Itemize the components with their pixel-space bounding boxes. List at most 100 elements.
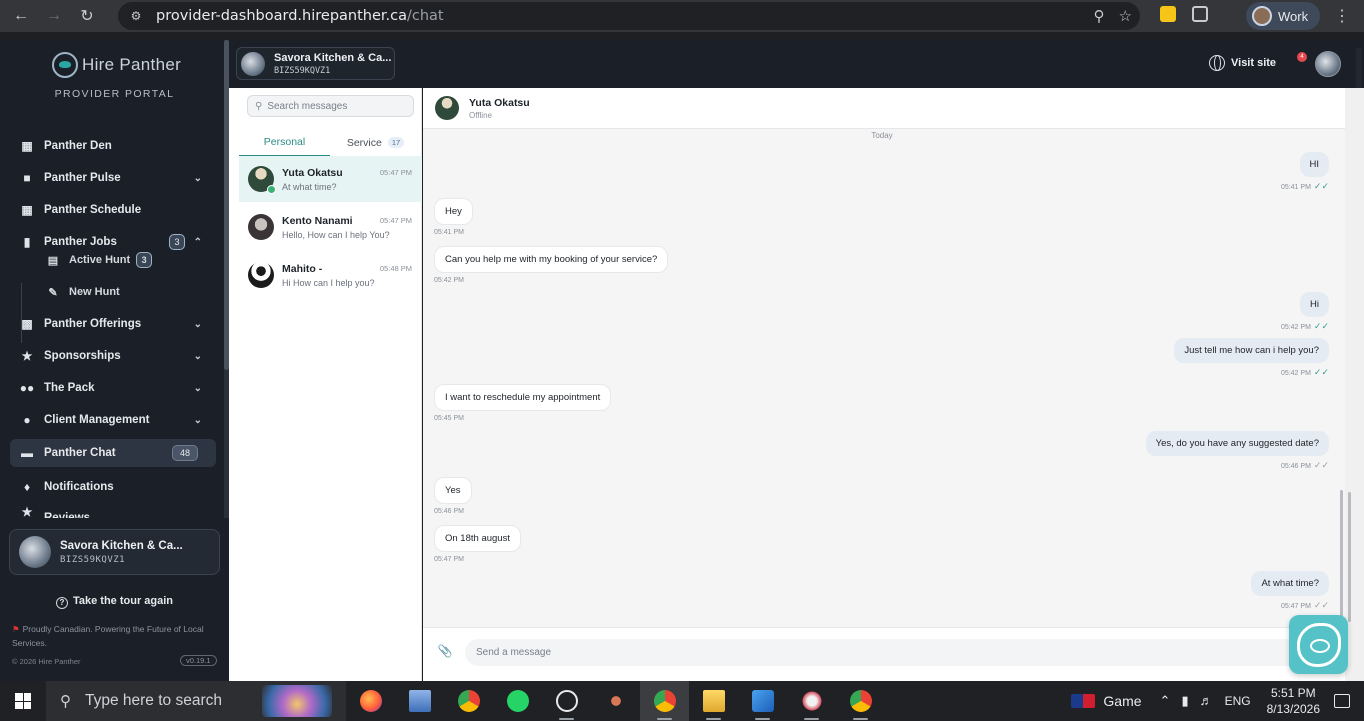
reload-icon[interactable]: ↻: [75, 4, 99, 28]
sidebar-item-the-pack[interactable]: ●● The Pack ⌄: [10, 374, 216, 402]
message-bubble: Just tell me how can i help you?: [1174, 338, 1329, 363]
search-highlight-image: [262, 685, 332, 717]
conversation-item[interactable]: Kento Nanami Hello, How can I help You? …: [239, 204, 422, 250]
forward-icon[interactable]: →: [42, 4, 66, 28]
url-text[interactable]: provider-dashboard.hirepanther.ca/chat: [156, 8, 444, 24]
page-scrollbar[interactable]: [1356, 48, 1362, 88]
message-input[interactable]: [465, 639, 1315, 666]
message-time: 05:47 PM: [379, 168, 412, 177]
sidebar-item-active-hunt[interactable]: ▤ Active Hunt 3: [40, 248, 210, 272]
profile-button[interactable]: Work: [1246, 2, 1320, 30]
volume-icon[interactable]: ♬: [1200, 693, 1213, 709]
message-incoming: On 18th august 05:47 PM: [434, 525, 521, 563]
page-scrollbar[interactable]: [1345, 88, 1364, 681]
message-time: 05:42 PM: [434, 277, 464, 284]
tab-personal[interactable]: Personal: [239, 128, 330, 157]
sidebar-item-panther-den[interactable]: ▦ Panther Den: [10, 132, 216, 160]
workspace-selector[interactable]: Savora Kitchen & Ca... BIZS59KQVZ1: [236, 47, 395, 80]
taskbar-search[interactable]: ⚲ Type here to search: [46, 681, 346, 721]
language-indicator[interactable]: ENG: [1225, 694, 1251, 708]
sidebar-item-panther-pulse[interactable]: ■ Panther Pulse ⌄: [10, 164, 216, 192]
file-explorer-app[interactable]: [689, 681, 738, 721]
message-time: 05:42 PM: [1280, 324, 1311, 331]
chrome-app-2[interactable]: [836, 681, 885, 721]
message-outgoing: Just tell me how can i help you? 05:42 P…: [1174, 338, 1329, 378]
chrome-icon: [849, 690, 872, 712]
search-box[interactable]: ⚲: [247, 95, 414, 117]
zoom-icon[interactable]: ⚲: [1094, 7, 1105, 25]
firefox-app[interactable]: [346, 681, 395, 721]
mlb-logo-icon: [1071, 694, 1096, 708]
chevron-down-icon[interactable]: ⌄: [194, 351, 202, 362]
read-receipt-icon: ✓✓: [1313, 181, 1329, 191]
read-receipt-icon: ✓✓: [1313, 321, 1329, 331]
message-outgoing: Hi 05:42 PM ✓✓: [1281, 292, 1329, 332]
notification-badge[interactable]: 4: [1297, 52, 1307, 62]
sidebar-item-panther-schedule[interactable]: ▦ Panther Schedule: [10, 196, 216, 224]
chevron-up-icon[interactable]: ⌃: [1160, 693, 1171, 709]
sidebar-item-sponsorships[interactable]: ★ Sponsorships ⌄: [10, 342, 216, 370]
conversation-item[interactable]: Mahito - Hi How can I help you? 05:48 PM: [239, 252, 422, 298]
sidebar-item-reviews[interactable]: ★ Reviews: [10, 505, 216, 518]
contact-avatar[interactable]: [435, 96, 459, 120]
site-info-icon[interactable]: ⚙: [128, 8, 144, 24]
claude-app[interactable]: [591, 681, 640, 721]
tagline: ⚑ Proudly Canadian. Powering the Future o…: [12, 624, 204, 648]
chevron-down-icon[interactable]: ⌄: [194, 415, 202, 426]
media-app[interactable]: [787, 681, 836, 721]
canada-flag-icon: ⚑: [12, 624, 20, 634]
chrome-icon: [457, 690, 480, 712]
sidebar-item-notifications[interactable]: ♦ Notifications: [10, 473, 216, 501]
photos-app[interactable]: [738, 681, 787, 721]
business-switcher[interactable]: Savora Kitchen & Ca... BIZS59KQVZ1: [9, 529, 220, 575]
message-bubble: On 18th august: [434, 525, 521, 552]
group-icon: ●●: [19, 381, 35, 395]
game-widget[interactable]: Game: [1071, 693, 1142, 709]
chevron-up-icon[interactable]: ⌃: [194, 237, 202, 248]
chevron-down-icon[interactable]: ⌄: [194, 173, 202, 184]
attach-icon[interactable]: 📎: [437, 644, 453, 660]
chevron-down-icon[interactable]: ⌄: [194, 383, 202, 394]
chevron-down-icon[interactable]: ⌄: [194, 319, 202, 330]
user-avatar[interactable]: [1315, 51, 1341, 77]
brand-logo[interactable]: Hire Panther: [52, 52, 181, 78]
search-input[interactable]: [267, 100, 408, 112]
message-outgoing: HI 05:41 PM ✓✓: [1281, 152, 1329, 192]
laptop-app[interactable]: [395, 681, 444, 721]
extensions-puzzle-icon[interactable]: [1192, 6, 1208, 22]
sidebar-item-panther-offerings[interactable]: ▩ Panther Offerings ⌄: [10, 310, 216, 338]
message-incoming: Hey 05:41 PM: [434, 198, 473, 236]
browser-toolbar: ← → ↻ ⚙ provider-dashboard.hirepanther.c…: [0, 0, 1364, 32]
back-icon[interactable]: ←: [9, 4, 33, 28]
battery-icon[interactable]: ▮: [1181, 693, 1188, 709]
business-name: Savora Kitchen & Ca...: [60, 539, 183, 552]
visit-site-link[interactable]: Visit site: [1209, 55, 1276, 71]
extension-icon[interactable]: [1160, 6, 1176, 22]
start-button[interactable]: [0, 681, 46, 721]
briefcase-icon: ▩: [21, 317, 33, 331]
sidebar: Hire Panther PROVIDER PORTAL ▦ Panther D…: [0, 40, 229, 681]
take-tour-button[interactable]: ? Take the tour again: [0, 595, 229, 609]
last-message: Hi How can I help you?: [282, 277, 375, 288]
browser-menu-icon[interactable]: ⋮: [1334, 6, 1350, 26]
address-bar[interactable]: ⚙ provider-dashboard.hirepanther.ca/chat…: [118, 2, 1140, 30]
chrome-app[interactable]: [444, 681, 493, 721]
sidebar-item-panther-chat[interactable]: ▬ Panther Chat 48: [10, 439, 216, 467]
chat-icon: ▬: [21, 446, 33, 460]
tab-service[interactable]: Service 17: [330, 128, 421, 157]
whatsapp-app[interactable]: [493, 681, 542, 721]
clock[interactable]: 5:51 PM 8/13/2026: [1267, 685, 1320, 717]
message-time: 05:47 PM: [1280, 603, 1311, 610]
sidebar-item-new-hunt[interactable]: ✎ New Hunt: [40, 280, 210, 304]
bookmark-icon: ▮: [23, 235, 31, 249]
windows-taskbar: ⚲ Type here to search Game ⌃ ▮ ♬ ENG 5:5…: [0, 681, 1364, 721]
sidebar-item-client-management[interactable]: ● Client Management ⌄: [10, 406, 216, 434]
message-time: 05:42 PM: [1280, 370, 1311, 377]
panther-assistant-button[interactable]: [1289, 615, 1348, 674]
conversation-item[interactable]: Yuta Okatsu At what time? 05:47 PM: [239, 156, 422, 202]
action-center-icon[interactable]: [1334, 694, 1350, 708]
chrome-app-active[interactable]: [640, 681, 689, 721]
chatgpt-app[interactable]: [542, 681, 591, 721]
copyright: © 2026 Hire Panther: [12, 657, 81, 666]
bookmark-star-icon[interactable]: ☆: [1119, 7, 1132, 25]
